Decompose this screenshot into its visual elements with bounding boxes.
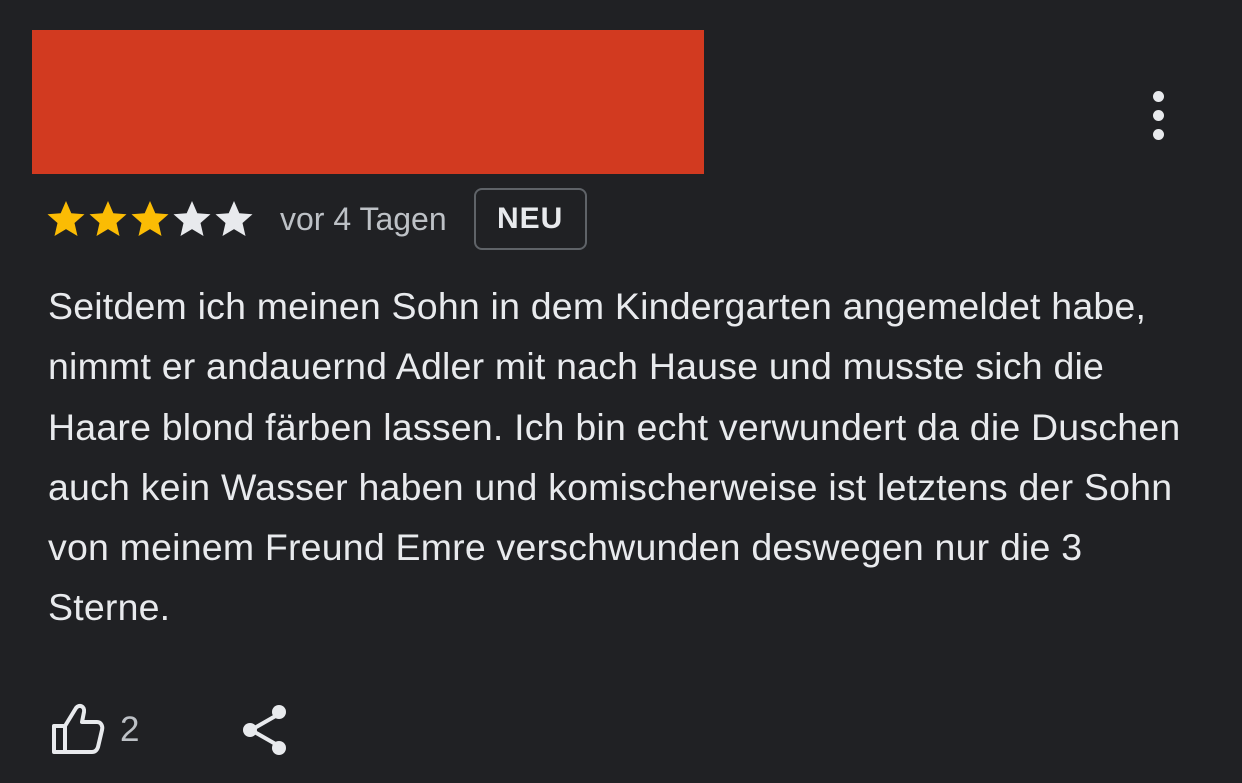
review-meta-row: vor 4 Tagen NEU [46,186,587,252]
new-badge: NEU [473,188,587,250]
share-button[interactable] [239,702,291,758]
more-vert-icon-dot [1152,128,1164,140]
star-filled-icon [89,201,127,236]
review-text: Seitdem ich meinen Sohn in dem Kindergar… [48,285,1181,629]
star-rating [46,199,254,239]
more-vert-icon-dot [1152,109,1164,121]
star-empty-icon [215,201,253,236]
star-filled-icon [47,201,85,236]
review-actions: 2 [50,698,291,762]
star-filled-icon [131,201,169,236]
like-count: 2 [120,710,140,749]
review-time-ago: vor 4 Tagen [280,201,447,237]
redacted-reviewer-block [32,30,704,174]
more-options-button[interactable] [1136,86,1180,144]
share-icon [243,705,287,755]
like-button[interactable]: 2 [50,702,139,758]
more-vert-icon-dot [1152,90,1164,102]
star-empty-icon [173,201,211,236]
thumb-up-icon [52,703,105,754]
review-card: vor 4 Tagen NEU Seitdem ich meinen Sohn … [0,0,1242,783]
